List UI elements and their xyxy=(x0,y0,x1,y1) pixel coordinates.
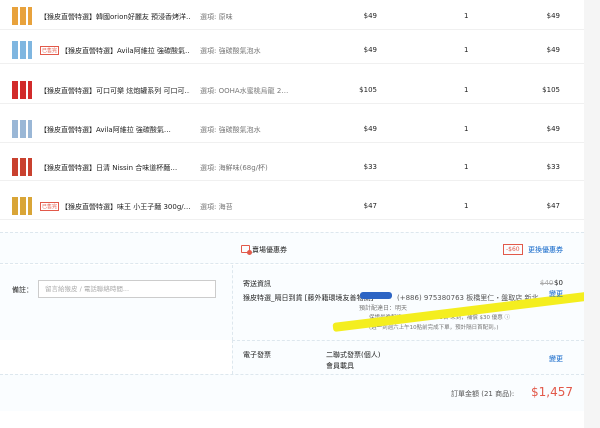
product-variation: 選項: OOHA水蜜桃烏龍 2… xyxy=(200,87,289,95)
checkout-page: 【猴皮直營特選】韓國orion好麗友 預浸香烤洋… 選項: 原味 $49 1 $49 已售… xyxy=(0,0,588,428)
shipping-fee: $0 xyxy=(554,279,563,287)
product-tag: 已售完 xyxy=(40,202,60,211)
product-name-text: 【猴皮直營特選】Avila阿維拉 強碳酸氣… xyxy=(61,47,190,55)
product-name[interactable]: 已售完 【猴皮直營特選】味王 小王子麵 300g/… xyxy=(40,202,190,212)
row-divider xyxy=(0,180,584,181)
invoice-section: 電子發票 二聯式發票(個人) 會員載具 變更 xyxy=(232,340,584,374)
order-total-label: 訂單金額 (21 商品): xyxy=(451,390,515,398)
shipping-title: 寄送資訊 xyxy=(243,280,271,288)
shop-coupon-bar: 賣場優惠券 -$60 更換優惠券 xyxy=(0,232,584,264)
product-variation: 選項: 海苔 xyxy=(200,203,233,211)
quantity: 1 xyxy=(464,202,469,210)
row-divider xyxy=(0,219,584,220)
product-thumbnail[interactable] xyxy=(12,158,32,176)
row-divider xyxy=(0,103,584,104)
memo-label: 備註： xyxy=(12,286,33,294)
change-invoice-link[interactable]: 變更 xyxy=(549,354,563,364)
shipping-original-fee: $40 xyxy=(540,279,554,287)
item-row: 【猴皮直營特選】可口可樂 炫炮罐系列 可口可… 選項: OOHA水蜜桃烏龍 2… $… xyxy=(0,80,584,100)
memo-section: 備註： xyxy=(0,265,232,340)
product-thumbnail[interactable] xyxy=(12,197,32,215)
product-thumbnail[interactable] xyxy=(12,120,32,138)
shipping-section: 寄送資訊 猴皮特選_隔日到貨 [藤外籍環境友善物流] (+886) 975380… xyxy=(232,265,588,340)
product-name[interactable]: 【猴皮直營特選】Avila阿維拉 強碳酸氣… xyxy=(40,125,190,135)
product-name-text: 【猴皮直營特選】味王 小王子麵 300g/… xyxy=(61,203,190,211)
product-thumbnail[interactable] xyxy=(12,41,32,59)
shop-coupon-label: 賣場優惠券 xyxy=(241,245,287,255)
item-subtotal: $105 xyxy=(542,86,560,94)
product-thumbnail[interactable] xyxy=(12,7,32,25)
unit-price: $49 xyxy=(363,125,377,133)
coupon-discount-badge: -$60 xyxy=(503,244,523,255)
item-subtotal: $49 xyxy=(546,46,560,54)
coupon-icon xyxy=(241,245,252,255)
row-divider xyxy=(0,63,584,64)
item-subtotal: $33 xyxy=(546,163,560,171)
product-variation: 選項: 原味 xyxy=(200,13,233,21)
unit-price: $49 xyxy=(363,12,377,20)
product-name[interactable]: 【猴皮直營特選】韓國orion好麗友 預浸香烤洋… xyxy=(40,12,190,22)
product-name[interactable]: 【猴皮直營特選】日清 Nissin 合味道杯麵… xyxy=(40,163,190,173)
shipping-method: 猴皮特選_隔日到貨 [藤外籍環境友善物流] xyxy=(243,294,374,302)
product-name-text: 【猴皮直營特選】日清 Nissin 合味道杯麵… xyxy=(40,164,178,172)
product-name-text: 【猴皮直營特選】韓國orion好麗友 預浸香烤洋… xyxy=(40,13,190,21)
memo-input[interactable] xyxy=(38,280,216,298)
page-margin xyxy=(584,0,600,428)
item-subtotal: $49 xyxy=(546,12,560,20)
unit-price: $49 xyxy=(363,46,377,54)
product-variation: 選項: 強碳酸氣泡水 xyxy=(200,47,261,55)
item-row: 已售完 【猴皮直營特選】Avila阿維拉 強碳酸氣… 選項: 強碳酸氣泡水 $49 1 $… xyxy=(0,40,584,60)
item-row: 【猴皮直營特選】日清 Nissin 合味道杯麵… 選項: 海鮮味(68g/杯) $3… xyxy=(0,157,584,177)
invoice-carrier: 會員載具 xyxy=(326,362,354,370)
product-name-text: 【猴皮直營特選】可口可樂 炫炮罐系列 可口可… xyxy=(40,87,190,95)
unit-price: $47 xyxy=(363,202,377,210)
quantity: 1 xyxy=(464,86,469,94)
invoice-type: 二聯式發票(個人) xyxy=(326,351,381,359)
product-name-text: 【猴皮直營特選】Avila阿維拉 強碳酸氣… xyxy=(40,126,171,134)
product-name[interactable]: 已售完 【猴皮直營特選】Avila阿維拉 強碳酸氣… xyxy=(40,46,190,56)
quantity: 1 xyxy=(464,163,469,171)
change-coupon-link[interactable]: 更換優惠券 xyxy=(528,245,563,255)
redaction-mark xyxy=(360,292,392,299)
row-divider xyxy=(0,142,584,143)
change-shipping-link[interactable]: 變更 xyxy=(549,289,563,299)
item-row: 【猴皮直營特選】Avila阿維拉 強碳酸氣… 選項: 強碳酸氣泡水 $49 1 $49 xyxy=(0,119,584,139)
item-row: 已售完 【猴皮直營特選】味王 小王子麵 300g/… 選項: 海苔 $47 1 $47 xyxy=(0,196,584,216)
row-divider xyxy=(0,29,584,30)
unit-price: $105 xyxy=(359,86,377,94)
product-variation: 選項: 海鮮味(68g/杯) xyxy=(200,164,268,172)
item-row: 【猴皮直營特選】韓國orion好麗友 預浸香烤洋… 選項: 原味 $49 1 $49 xyxy=(0,6,584,26)
quantity: 1 xyxy=(464,46,469,54)
product-thumbnail[interactable] xyxy=(12,81,32,99)
quantity: 1 xyxy=(464,12,469,20)
quantity: 1 xyxy=(464,125,469,133)
order-total-bar: 訂單金額 (21 商品): $1,457 xyxy=(0,374,584,411)
product-tag: 已售完 xyxy=(40,46,60,55)
order-total-value: $1,457 xyxy=(531,385,573,399)
product-name[interactable]: 【猴皮直營特選】可口可樂 炫炮罐系列 可口可… xyxy=(40,86,190,96)
item-subtotal: $47 xyxy=(546,202,560,210)
item-subtotal: $49 xyxy=(546,125,560,133)
unit-price: $33 xyxy=(363,163,377,171)
shipping-eta: 預計配達日：明天 xyxy=(359,305,408,312)
product-variation: 選項: 強碳酸氣泡水 xyxy=(200,126,261,134)
invoice-label: 電子發票 xyxy=(243,351,271,359)
